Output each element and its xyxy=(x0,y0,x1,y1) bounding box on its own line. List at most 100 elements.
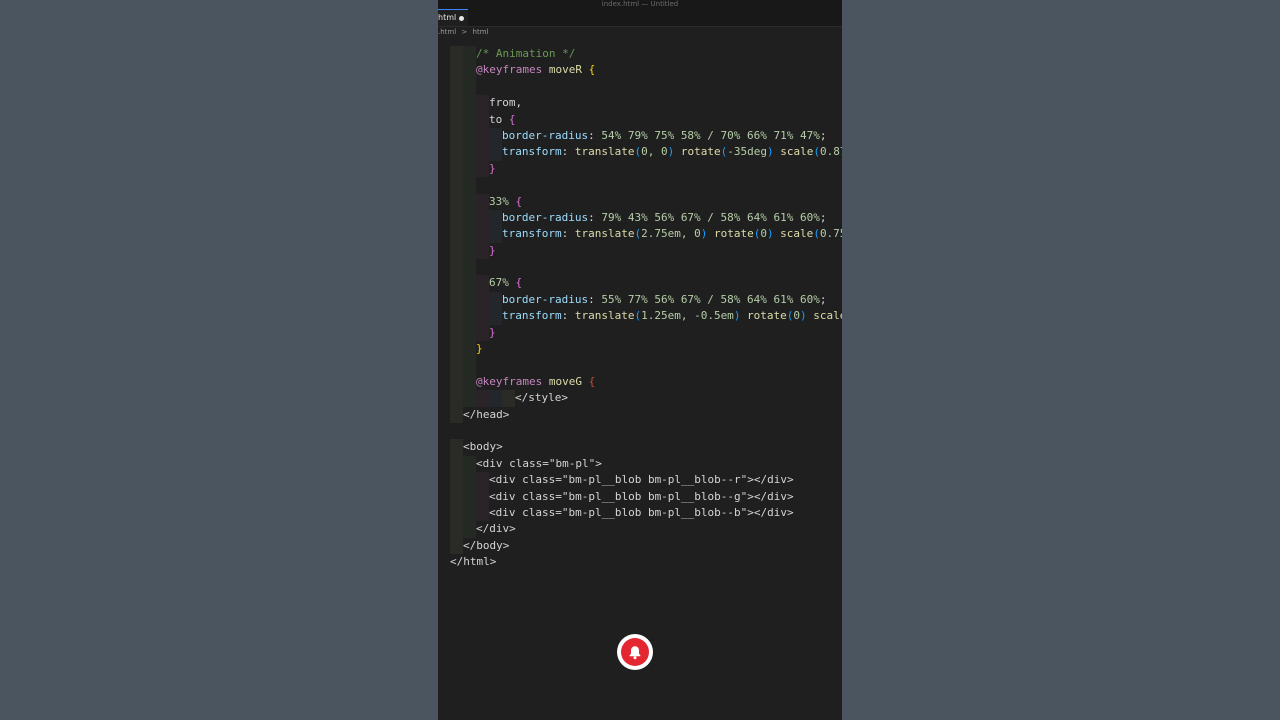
code-line[interactable]: <div class="bm-pl__blob bm-pl__blob--b">… xyxy=(438,504,842,522)
breadcrumb-node[interactable]: html xyxy=(473,28,489,36)
indent-guide xyxy=(450,341,463,358)
tab-index-html[interactable]: html xyxy=(438,9,468,26)
code-line[interactable]: @keyframes moveR { xyxy=(438,62,842,79)
code-token: translate xyxy=(574,227,635,241)
code-line[interactable]: </div> xyxy=(438,521,842,538)
indent-guide xyxy=(450,78,463,96)
indent-guide xyxy=(463,226,476,243)
code-text: } xyxy=(489,325,496,341)
code-token: 0 xyxy=(760,227,767,241)
indent-guide xyxy=(450,177,463,194)
code-line[interactable]: from, xyxy=(438,95,842,112)
notification-bell-button[interactable] xyxy=(617,634,653,670)
code-token: @keyframes xyxy=(476,63,543,77)
indent-guide xyxy=(450,537,463,555)
code-line[interactable]: transform: translate(2.75em, 0) rotate(0… xyxy=(438,226,842,243)
indent-guide xyxy=(476,160,489,178)
indent-guide xyxy=(489,144,502,161)
indent-guide xyxy=(450,111,463,128)
code-text: @keyframes moveG { xyxy=(476,374,595,390)
code-token: ; xyxy=(819,128,827,142)
code-token: transform xyxy=(502,227,562,241)
indent-guide xyxy=(463,291,476,309)
code-line[interactable] xyxy=(438,78,842,96)
code-token: </body> xyxy=(463,538,510,552)
code-token: : xyxy=(588,210,602,224)
indent-guide xyxy=(476,144,489,161)
code-text: @keyframes moveR { xyxy=(476,62,595,78)
indent-guide xyxy=(450,357,463,374)
code-token: 1.25em, -0.5em xyxy=(641,309,734,323)
indent-guide xyxy=(476,275,489,292)
code-line[interactable]: <div class="bm-pl"> xyxy=(438,455,842,473)
code-line[interactable]: <body> xyxy=(438,439,842,456)
code-token: } xyxy=(489,161,496,175)
code-line[interactable]: } xyxy=(438,324,842,342)
code-token: rotate xyxy=(740,309,787,323)
code-line[interactable]: <div class="bm-pl__blob bm-pl__blob--r">… xyxy=(438,472,842,489)
code-line[interactable] xyxy=(438,177,842,194)
code-text: border-radius: 79% 43% 56% 67% / 58% 64%… xyxy=(502,210,827,226)
code-token: : xyxy=(588,128,602,142)
code-text: 67% { xyxy=(489,275,522,291)
code-text: /* Animation */ xyxy=(476,46,575,62)
indent-guide xyxy=(476,390,489,407)
code-token: { xyxy=(588,374,596,388)
code-line[interactable]: transform: translate(1.25em, -0.5em) rot… xyxy=(438,308,842,325)
code-line[interactable]: } xyxy=(438,242,842,260)
indent-guide xyxy=(450,275,463,292)
indent-guide xyxy=(450,209,463,227)
code-token: { xyxy=(515,194,523,208)
code-line[interactable]: </head> xyxy=(438,406,842,423)
indent-guide xyxy=(476,324,489,342)
code-token: </html> xyxy=(450,555,497,569)
code-line[interactable]: @keyframes moveG { xyxy=(438,373,842,391)
code-line[interactable]: to { xyxy=(438,111,842,128)
code-area[interactable]: /* Animation */ @keyframes moveR { from, to… xyxy=(438,46,842,571)
code-token: border-radius xyxy=(502,128,589,142)
code-line[interactable]: <div class="bm-pl__blob bm-pl__blob--g">… xyxy=(438,488,842,505)
code-line[interactable] xyxy=(438,423,842,439)
code-token: ) xyxy=(800,309,807,323)
code-line[interactable] xyxy=(438,357,842,374)
code-line[interactable]: </html> xyxy=(438,554,842,570)
indent-guide xyxy=(463,275,476,292)
indent-guide xyxy=(463,62,476,79)
code-line[interactable]: 67% { xyxy=(438,275,842,292)
code-text: <div class="bm-pl__blob bm-pl__blob--g">… xyxy=(489,489,794,505)
code-token: <div class="bm-pl"> xyxy=(476,456,602,470)
indent-guide xyxy=(463,341,476,358)
code-text: </style> xyxy=(515,390,568,406)
code-line[interactable]: /* Animation */ xyxy=(438,46,842,63)
code-line[interactable]: } xyxy=(438,341,842,358)
indent-guide xyxy=(450,62,463,79)
indent-guide xyxy=(463,308,476,325)
code-token: moveR xyxy=(542,63,589,77)
code-line[interactable]: border-radius: 79% 43% 56% 67% / 58% 64%… xyxy=(438,209,842,227)
code-token: <div class="bm-pl__blob bm-pl__blob--b">… xyxy=(489,505,794,519)
indent-guide xyxy=(463,177,476,194)
indent-guide xyxy=(450,521,463,538)
code-token: { xyxy=(515,276,523,290)
code-line[interactable]: 33% { xyxy=(438,193,842,210)
code-line[interactable]: </style> xyxy=(438,390,842,407)
indent-guide xyxy=(463,472,476,489)
code-line[interactable]: border-radius: 54% 79% 75% 58% / 70% 66%… xyxy=(438,127,842,145)
breadcrumb-file[interactable]: .html xyxy=(438,28,456,36)
code-line[interactable] xyxy=(438,259,842,276)
code-text: transform: translate(2.75em, 0) rotate(0… xyxy=(502,226,842,242)
indent-guide xyxy=(463,46,476,63)
code-token: scale xyxy=(773,227,814,241)
code-line[interactable]: </body> xyxy=(438,537,842,555)
code-line[interactable]: } xyxy=(438,160,842,178)
code-token: rotate xyxy=(674,145,721,159)
code-text: to { xyxy=(489,112,516,128)
code-line[interactable]: transform: translate(0, 0) rotate(-35deg… xyxy=(438,144,842,161)
indent-guide xyxy=(450,95,463,112)
indent-guide xyxy=(463,521,476,538)
unsaved-dot-icon xyxy=(459,16,464,21)
code-token: 55% 77% 56% 67% / 58% 64% 61% 60% xyxy=(601,292,820,306)
code-line[interactable]: border-radius: 55% 77% 56% 67% / 58% 64%… xyxy=(438,291,842,309)
indent-guide xyxy=(489,308,502,325)
indent-guide xyxy=(450,193,463,210)
